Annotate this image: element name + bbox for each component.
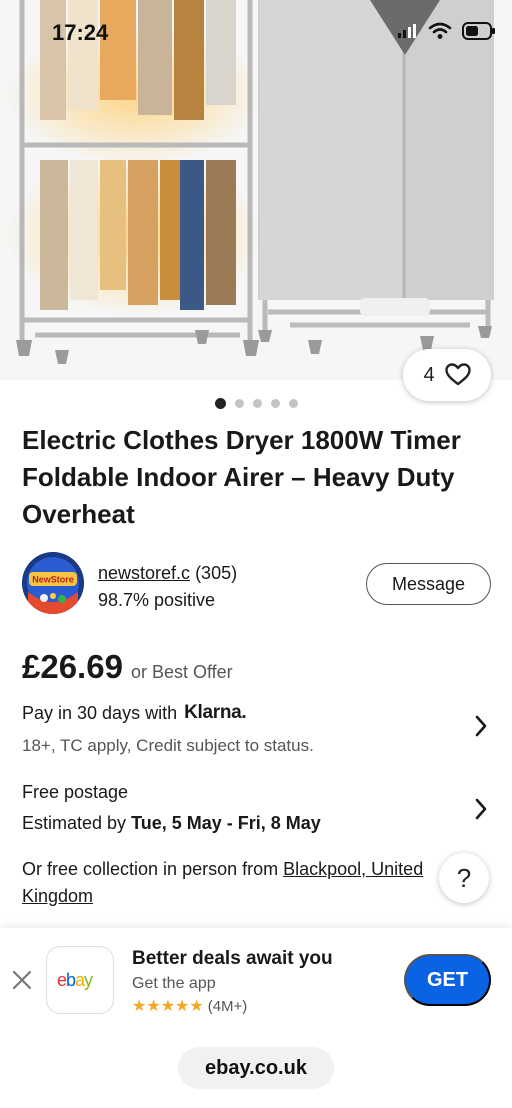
seller-positive-feedback: 98.7% positive xyxy=(98,590,216,610)
klarna-terms: 18+, TC apply, Credit subject to status. xyxy=(22,736,314,755)
banner-title: Better deals await you xyxy=(132,948,333,969)
carousel-dot[interactable] xyxy=(270,399,280,408)
seller-avatar[interactable]: NewStore xyxy=(22,552,84,614)
rating-count: (4M+) xyxy=(207,997,248,1015)
cellular-signal-icon xyxy=(398,24,416,38)
chevron-right-icon xyxy=(474,795,488,827)
close-icon[interactable] xyxy=(10,968,34,992)
postage-row[interactable]: Free postage Estimated by Tue, 5 May - F… xyxy=(22,782,492,834)
klarna-row[interactable]: Pay in 30 days with Klarna. 18+, TC appl… xyxy=(22,702,492,756)
help-button[interactable]: ? xyxy=(439,853,489,903)
status-bar: 17:24 xyxy=(0,0,512,70)
klarna-line: Pay in 30 days with Klarna. xyxy=(22,702,492,724)
get-app-button[interactable]: GET xyxy=(404,954,491,1006)
seller-feedback-count: (305) xyxy=(195,563,238,583)
banner-subtitle: Get the app xyxy=(132,975,216,992)
watch-count: 4 xyxy=(423,363,435,386)
message-seller-button[interactable]: Message xyxy=(366,563,491,605)
app-rating: ★★★★★ (4M+) xyxy=(132,996,247,1016)
seller-name-row: newstoref.c (305) xyxy=(98,563,237,584)
carousel-dot[interactable] xyxy=(288,399,298,408)
carousel-dot[interactable] xyxy=(214,398,226,409)
collection-prefix: Or free collection in person from xyxy=(22,859,279,879)
seller-logo: NewStore xyxy=(22,552,84,614)
rating-stars: ★★★★★ xyxy=(132,998,204,1015)
price-row: £26.69 or Best Offer xyxy=(22,648,233,686)
carousel-dot[interactable] xyxy=(234,399,244,408)
klarna-prefix: Pay in 30 days with xyxy=(22,702,178,723)
status-time: 17:24 xyxy=(52,20,109,45)
svg-text:ebay: ebay xyxy=(57,970,93,990)
listing-title: Electric Clothes Dryer 1800W Timer Folda… xyxy=(22,425,461,529)
browser-url-bar[interactable]: ebay.co.uk xyxy=(178,1047,334,1089)
ebay-logo: ebay xyxy=(57,970,94,990)
price: £26.69 xyxy=(22,648,123,685)
klarna-logo: Klarna. xyxy=(184,702,247,723)
avatar-text: NewStore xyxy=(32,575,74,585)
seller-name-link[interactable]: newstoref.c xyxy=(98,563,190,583)
chevron-right-icon xyxy=(474,712,488,744)
watch-button[interactable]: 4 xyxy=(403,349,491,401)
status-icons xyxy=(398,22,496,40)
estimated-dates: Tue, 5 May - Fri, 8 May xyxy=(131,813,321,833)
free-postage: Free postage xyxy=(22,782,129,802)
carousel-dot[interactable] xyxy=(252,399,262,408)
collection-info: Or free collection in person from Blackp… xyxy=(22,856,452,910)
estimated-prefix: Estimated by xyxy=(22,813,127,833)
heart-icon xyxy=(444,363,471,386)
wifi-icon xyxy=(428,22,452,39)
app-download-banner: ebay Better deals await you Get the app … xyxy=(0,928,512,1108)
ebay-app-icon: ebay xyxy=(46,946,114,1014)
seller-info: NewStore newstoref.c (305) 98.7% positiv… xyxy=(22,552,492,616)
estimated-delivery: Estimated by Tue, 5 May - Fri, 8 May xyxy=(22,813,492,834)
battery-icon xyxy=(462,22,495,40)
best-offer-label: or Best Offer xyxy=(130,662,233,682)
